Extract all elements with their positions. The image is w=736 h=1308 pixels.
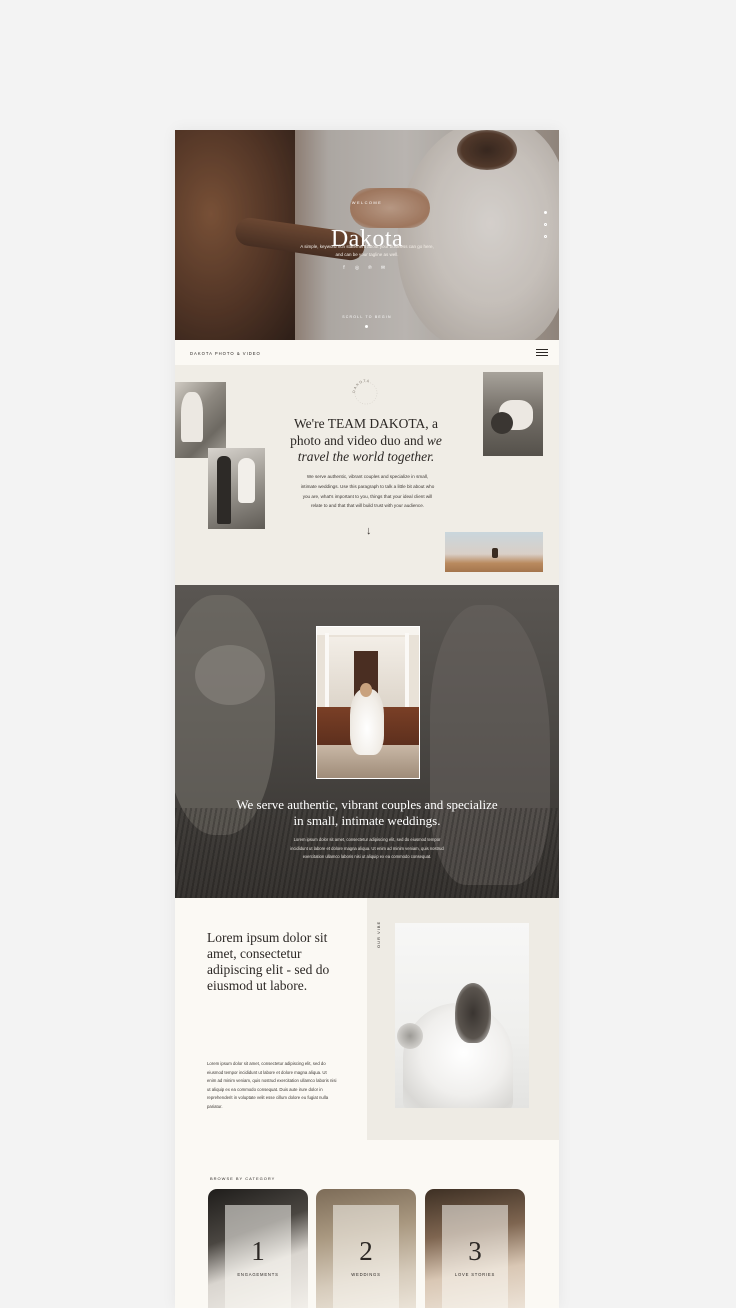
photo-figure: [217, 456, 231, 524]
intro-photo-couple-walking: [208, 448, 265, 529]
intro-photo-field: [175, 382, 226, 458]
svg-text:DAKOTA: DAKOTA: [352, 379, 371, 393]
category-label: ENGAGEMENTS: [237, 1272, 279, 1277]
menu-line: [536, 352, 548, 353]
photo-figure: [492, 548, 498, 558]
category-number: 2: [359, 1236, 373, 1266]
browse-label: BROWSE BY CATEGORY: [210, 1176, 276, 1181]
brand-logo[interactable]: DAKOTA PHOTO & VIDEO: [190, 351, 261, 356]
menu-line: [536, 349, 548, 350]
stamp-text: DAKOTA: [352, 379, 370, 393]
arrow-down-icon[interactable]: ↓: [366, 525, 372, 537]
photo-figure: [238, 458, 255, 503]
photo-figure: [491, 412, 513, 434]
hamburger-menu-icon[interactable]: [536, 349, 548, 356]
background-photo-figure: [195, 645, 265, 705]
bride-head: [360, 683, 372, 697]
intro-paragraph: We serve authentic, vibrant couples and …: [300, 474, 435, 509]
vibe-heading: Lorem ipsum dolor sit amet, consectetur …: [207, 930, 330, 993]
intro-heading-text: We're TEAM DAKOTA, a photo and video duo…: [290, 416, 438, 448]
slide-dot-3[interactable]: [544, 235, 547, 238]
pinterest-icon[interactable]: ℗: [367, 265, 373, 271]
menu-line: [536, 355, 548, 356]
dakota-stamp-logo: DAKOTA: [352, 379, 378, 405]
feature-paragraph: Lorem ipsum dolor sit amet, consectetur …: [290, 837, 444, 860]
bride-figure: [350, 689, 384, 755]
hero-tagline: A simple, keyword rich statement about y…: [300, 244, 434, 257]
slide-indicators: [544, 211, 547, 238]
website-page: WELCOME Dakota A simple, keyword rich st…: [175, 130, 559, 1308]
category-label: WEDDINGS: [351, 1272, 381, 1277]
vibe-section: Lorem ipsum dolor sit amet, consectetur …: [175, 898, 559, 1168]
hero-section: WELCOME Dakota A simple, keyword rich st…: [175, 130, 559, 340]
feature-heading: We serve authentic, vibrant couples and …: [236, 797, 498, 828]
vibe-label: OUR VIBE: [376, 920, 381, 948]
vibe-photo-bride: [395, 923, 529, 1108]
feature-section: We serve authentic, vibrant couples and …: [175, 585, 559, 898]
porch-roof: [317, 627, 419, 635]
slide-dot-2[interactable]: [544, 223, 547, 226]
intro-section: DAKOTA We're TEAM DAKOTA, a photo and vi…: [175, 365, 559, 585]
photo-figure: [181, 392, 203, 442]
instagram-icon[interactable]: ◎: [354, 265, 360, 271]
feature-photo-bride-porch: [316, 626, 420, 779]
navigation-bar: DAKOTA PHOTO & VIDEO: [175, 340, 559, 366]
category-card-love-stories[interactable]: 3 LOVE STORIES: [425, 1189, 525, 1308]
intro-photo-landscape: [445, 532, 543, 572]
category-number: 3: [468, 1236, 482, 1266]
category-card-weddings[interactable]: 2 WEDDINGS: [316, 1189, 416, 1308]
vibe-paragraph: Lorem ipsum dolor sit amet, consectetur …: [207, 1061, 337, 1109]
facebook-icon[interactable]: f: [341, 265, 347, 271]
scroll-down-icon[interactable]: [365, 325, 368, 328]
category-label: LOVE STORIES: [454, 1272, 496, 1277]
category-number: 1: [251, 1236, 265, 1266]
scroll-to-begin-link[interactable]: SCROLL TO BEGIN: [175, 315, 559, 319]
social-links: f ◎ ℗ ✉: [341, 265, 386, 271]
photo-bouquet: [397, 1023, 423, 1049]
intro-heading: We're TEAM DAKOTA, a photo and video duo…: [285, 416, 447, 466]
intro-photo-couple-kissing: [483, 372, 543, 456]
email-icon[interactable]: ✉: [380, 265, 386, 271]
category-card-engagements[interactable]: 1 ENGAGEMENTS: [208, 1189, 308, 1308]
slide-dot-1[interactable]: [544, 211, 547, 214]
hero-welcome: WELCOME: [351, 200, 383, 205]
photo-hair: [455, 983, 491, 1043]
